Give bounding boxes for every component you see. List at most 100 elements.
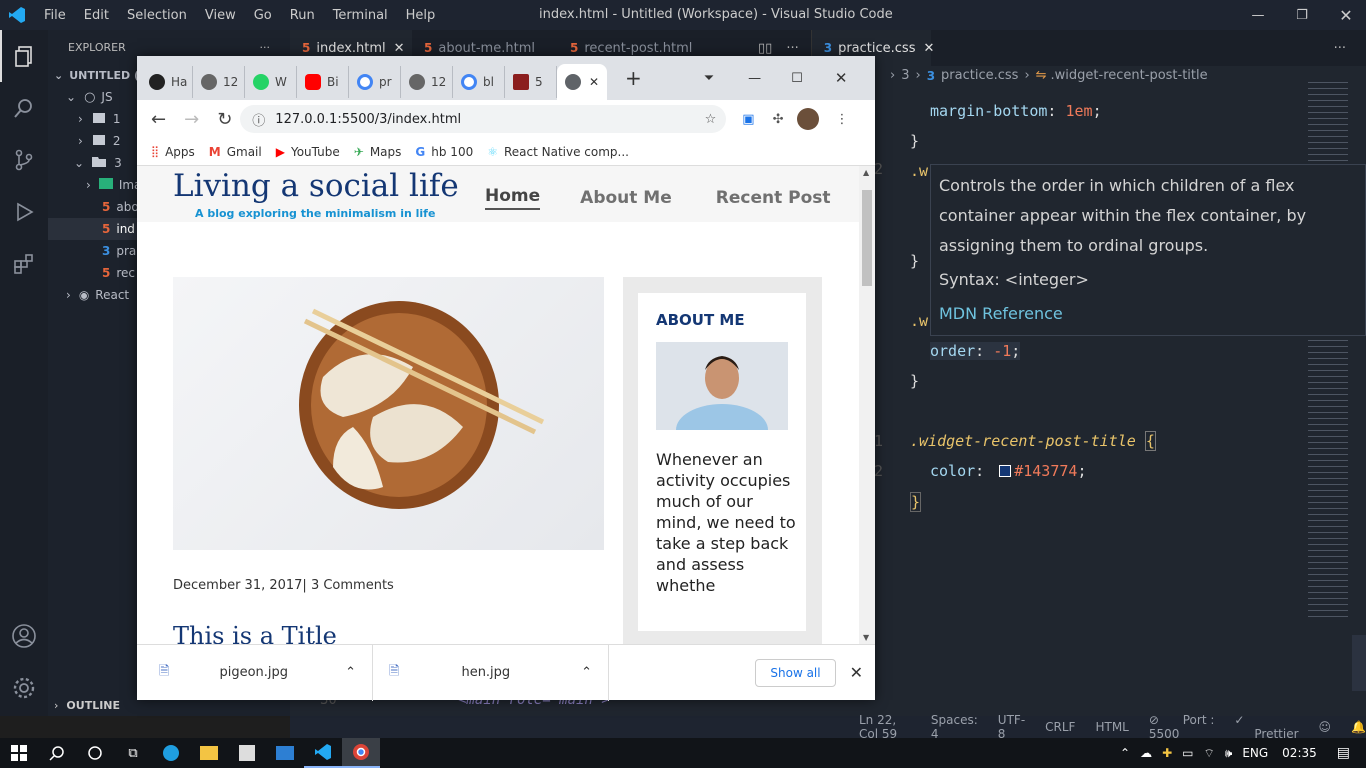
more-actions-icon[interactable]: ··· bbox=[786, 41, 798, 56]
address-bar[interactable]: ⓘ 127.0.0.1:5500/3/index.html ☆ bbox=[240, 105, 727, 133]
download-item-pigeon[interactable]: 🗎 pigeon.jpg ⌃ bbox=[137, 644, 373, 701]
chrome-tab-youtube[interactable]: Bi bbox=[297, 66, 349, 98]
code-selector[interactable]: .w bbox=[910, 162, 928, 180]
language-indicator[interactable]: ENG bbox=[1242, 746, 1268, 760]
close-button[interactable]: ✕ bbox=[1324, 6, 1366, 25]
status-indentation[interactable]: Spaces: 4 bbox=[931, 713, 978, 741]
action-center-icon[interactable]: ▤ bbox=[1337, 745, 1350, 761]
settings-gear-icon[interactable] bbox=[0, 662, 48, 714]
code-brace[interactable]: } bbox=[910, 372, 919, 390]
chrome-menu-icon[interactable]: ⋮ bbox=[835, 112, 848, 127]
page-scrollbar[interactable]: ▲ ▼ bbox=[859, 166, 875, 644]
close-button[interactable]: ✕ bbox=[835, 69, 848, 87]
scroll-down-icon[interactable]: ▼ bbox=[863, 633, 869, 642]
status-language[interactable]: HTML bbox=[1095, 720, 1128, 734]
code-line[interactable]: order: -1; bbox=[930, 342, 1021, 360]
site-title[interactable]: Living a social life bbox=[173, 168, 459, 204]
account-icon[interactable] bbox=[0, 610, 48, 662]
close-downloads-icon[interactable]: ✕ bbox=[850, 663, 863, 682]
status-cursor-position[interactable]: Ln 22, Col 59 bbox=[859, 713, 911, 741]
nav-about-me[interactable]: About Me bbox=[580, 188, 672, 208]
menu-run[interactable]: Run bbox=[290, 8, 315, 23]
breadcrumb-folder[interactable]: 3 bbox=[901, 68, 909, 83]
chrome-tab-active[interactable]: ✕ bbox=[557, 64, 607, 100]
close-tab-icon[interactable]: ✕ bbox=[589, 75, 599, 89]
menu-help[interactable]: Help bbox=[406, 8, 436, 23]
tab-search-icon[interactable]: ⏷ bbox=[704, 71, 714, 86]
explorer-icon[interactable] bbox=[0, 30, 48, 82]
notifications-bell-icon[interactable]: 🔔 bbox=[1351, 720, 1366, 734]
code-brace[interactable]: } bbox=[910, 492, 922, 512]
info-icon[interactable]: ⓘ bbox=[252, 110, 265, 129]
wifi-icon[interactable]: ⌔ bbox=[1203, 746, 1214, 761]
menu-selection[interactable]: Selection bbox=[127, 8, 187, 23]
code-selector[interactable]: .w bbox=[910, 312, 928, 330]
bookmark-hb100[interactable]: Ghb 100 bbox=[415, 145, 473, 159]
scroll-up-icon[interactable]: ▲ bbox=[863, 168, 869, 177]
close-tab-icon[interactable]: ✕ bbox=[923, 41, 934, 56]
scrollbar[interactable] bbox=[1352, 635, 1366, 691]
clock[interactable]: 02:35 bbox=[1282, 746, 1317, 760]
maximize-button[interactable]: ☐ bbox=[791, 71, 803, 86]
chrome-tab-whatsapp[interactable]: W bbox=[245, 66, 297, 98]
bookmark-react-native[interactable]: ⚛ React Native comp... bbox=[487, 145, 629, 159]
chevron-up-icon[interactable]: ⌃ bbox=[581, 665, 592, 680]
code-line[interactable]: .widget-recent-post-title { bbox=[910, 431, 1156, 451]
battery-icon[interactable]: ▭ bbox=[1182, 746, 1193, 760]
search-icon[interactable] bbox=[38, 738, 76, 768]
bookmark-apps[interactable]: ⣿ Apps bbox=[151, 145, 195, 159]
source-control-icon[interactable] bbox=[0, 134, 48, 186]
breadcrumb-file[interactable]: practice.css bbox=[941, 68, 1018, 83]
feedback-icon[interactable]: ☺ bbox=[1319, 720, 1332, 734]
minimize-button[interactable]: — bbox=[748, 71, 761, 86]
tray-app-icon[interactable]: ✚ bbox=[1162, 746, 1172, 760]
file-explorer-icon[interactable] bbox=[190, 738, 228, 768]
profile-avatar[interactable] bbox=[797, 108, 820, 130]
onedrive-cloud-icon[interactable]: ☁ bbox=[1140, 746, 1152, 760]
mail-icon[interactable] bbox=[266, 738, 304, 768]
breadcrumb-symbol[interactable]: .widget-recent-post-title bbox=[1051, 68, 1208, 83]
maximize-button[interactable]: ❐ bbox=[1280, 8, 1324, 23]
chrome-tab-globe-2[interactable]: 12 bbox=[401, 66, 453, 98]
vscode-taskbar-icon[interactable] bbox=[304, 738, 342, 768]
chevron-up-icon[interactable]: ⌃ bbox=[345, 665, 356, 680]
run-debug-icon[interactable] bbox=[0, 186, 48, 238]
nav-recent-post[interactable]: Recent Post bbox=[716, 188, 831, 208]
edge-icon[interactable] bbox=[152, 738, 190, 768]
chrome-tab-globe[interactable]: 12 bbox=[193, 66, 245, 98]
store-icon[interactable] bbox=[228, 738, 266, 768]
split-editor-icon[interactable]: ▯▯ bbox=[758, 41, 772, 56]
nav-home[interactable]: Home bbox=[485, 186, 541, 210]
windows-start-icon[interactable] bbox=[0, 738, 38, 768]
new-tab-button[interactable]: + bbox=[625, 66, 642, 90]
show-all-button[interactable]: Show all bbox=[755, 658, 836, 687]
post-title[interactable]: This is a Title bbox=[173, 622, 337, 644]
extensions-icon[interactable] bbox=[0, 238, 48, 290]
mdn-reference-link[interactable]: MDN Reference bbox=[939, 299, 1357, 329]
color-swatch[interactable] bbox=[999, 465, 1012, 477]
minimize-button[interactable]: — bbox=[1236, 8, 1280, 23]
menu-edit[interactable]: Edit bbox=[84, 8, 109, 23]
download-item-hen[interactable]: 🗎 hen.jpg ⌃ bbox=[373, 644, 609, 701]
cortana-icon[interactable] bbox=[76, 738, 114, 768]
code-line[interactable]: color: #143774; bbox=[930, 462, 1086, 480]
menu-file[interactable]: File bbox=[44, 8, 66, 23]
more-actions-icon[interactable]: ··· bbox=[260, 41, 271, 54]
bookmark-youtube[interactable]: ▶ YouTube bbox=[276, 145, 340, 159]
volume-icon[interactable]: 🕪 bbox=[1225, 746, 1233, 761]
search-icon[interactable] bbox=[0, 82, 48, 134]
chrome-tab-github[interactable]: Ha bbox=[141, 66, 193, 98]
menu-terminal[interactable]: Terminal bbox=[333, 8, 388, 23]
tray-chevron-up-icon[interactable]: ⌃ bbox=[1120, 746, 1130, 760]
chrome-taskbar-icon[interactable] bbox=[342, 738, 380, 768]
chrome-tab-google-2[interactable]: bl bbox=[453, 66, 505, 98]
forward-arrow-icon[interactable]: → bbox=[184, 109, 199, 130]
extensions-puzzle-icon[interactable]: ✣ bbox=[773, 112, 784, 127]
screen-cast-icon[interactable]: ▣ bbox=[742, 112, 754, 127]
chrome-tab-google[interactable]: pr bbox=[349, 66, 401, 98]
status-live-server[interactable]: ⊘ Port : 5500 bbox=[1149, 713, 1215, 741]
chrome-tab-site[interactable]: 5 bbox=[505, 66, 557, 98]
bookmark-maps[interactable]: ✈ Maps bbox=[354, 145, 402, 159]
menu-go[interactable]: Go bbox=[254, 8, 272, 23]
status-encoding[interactable]: UTF-8 bbox=[998, 713, 1025, 741]
